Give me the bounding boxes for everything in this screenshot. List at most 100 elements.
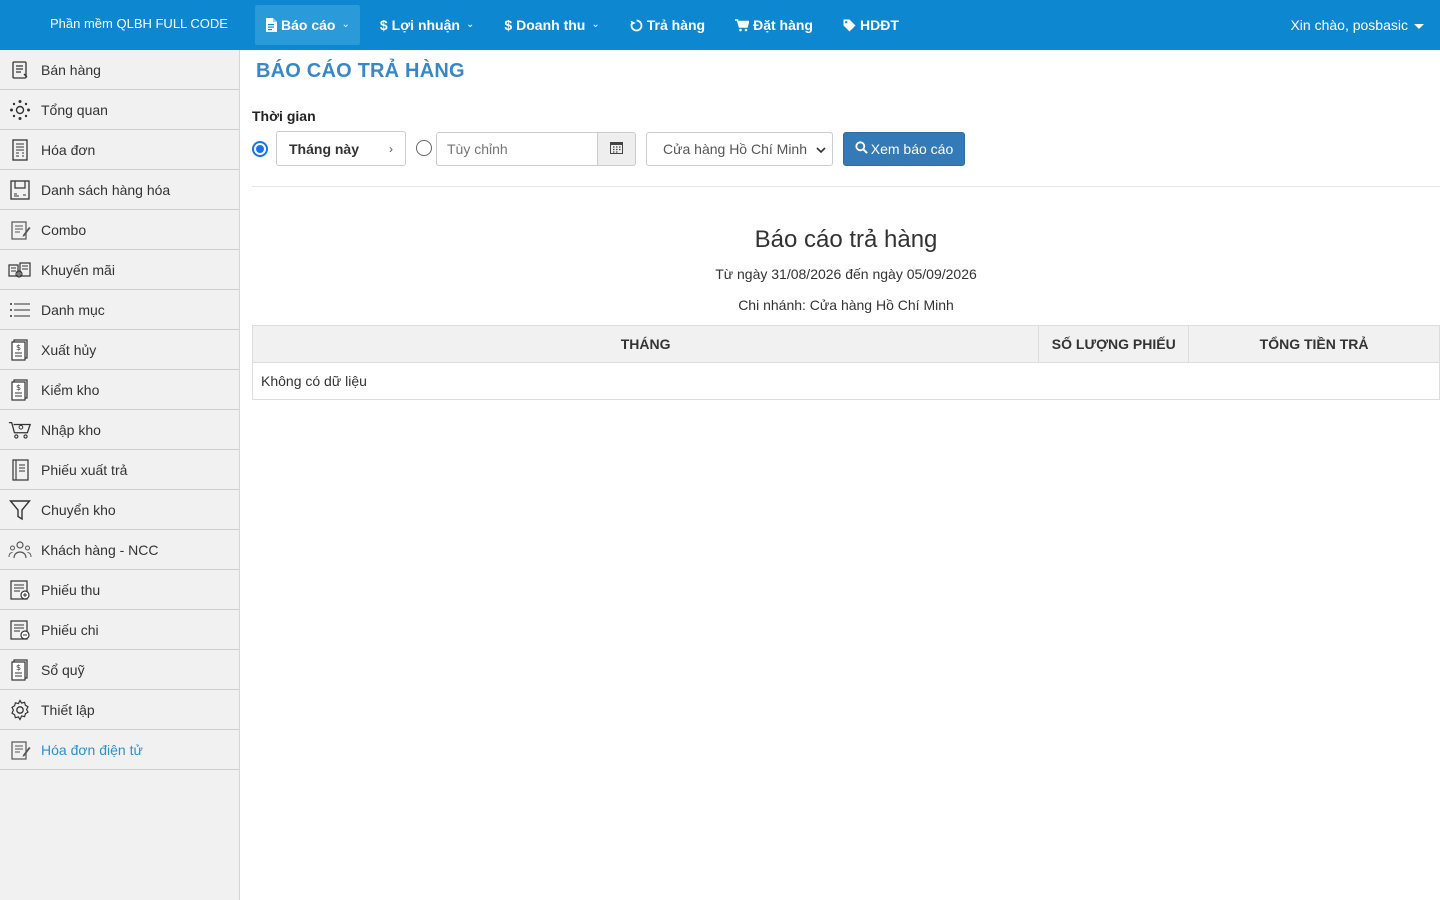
sidebar-item-phieu-xuat-tra[interactable]: Phiếu xuất trả: [0, 450, 239, 490]
column-header-month: THÁNG: [251, 325, 1040, 363]
top-navbar: Phần mềm QLBH FULL CODE Báo cáo ⌄ $ Lợi …: [0, 0, 1440, 50]
gear-icon: [8, 698, 32, 722]
app-brand[interactable]: Phần mềm QLBH FULL CODE: [50, 0, 228, 50]
dollar-document-icon: $: [8, 338, 32, 362]
custom-period-radio[interactable]: [416, 140, 432, 156]
sidebar-item-thiet-lap[interactable]: Thiết lập: [0, 690, 239, 730]
sidebar-item-label: Khách hàng - NCC: [41, 541, 159, 558]
customers-group-icon: [8, 538, 32, 562]
shopping-cart-icon: [8, 418, 32, 442]
empty-data-message: Không có dữ liệu: [252, 362, 1440, 400]
sidebar-item-label: Hóa đơn điện tử: [41, 741, 143, 758]
divider: [252, 186, 1440, 187]
report-table: THÁNG SỐ LƯỢNG PHIẾU TỔNG TIỀN TRẢ Không…: [251, 325, 1440, 400]
sidebar-item-hoa-don-dien-tu[interactable]: Hóa đơn điện tử: [0, 730, 239, 770]
tag-icon: [843, 19, 856, 32]
nav-bao-cao[interactable]: Báo cáo ⌄: [255, 5, 360, 45]
nav-loi-nhuan[interactable]: $ Lợi nhuận ⌄: [370, 5, 484, 45]
undo-icon: [630, 19, 643, 32]
sidebar-item-label: Phiếu xuất trả: [41, 461, 128, 478]
invoice-icon: [8, 138, 32, 162]
nav-dat-hang[interactable]: Đặt hàng: [725, 5, 823, 45]
user-greeting: Xin chào, posbasic: [1290, 17, 1408, 33]
sidebar-item-label: Combo: [41, 221, 87, 238]
ledger-icon: [8, 458, 32, 482]
sidebar-item-label: Kiểm kho: [41, 381, 100, 398]
view-report-button[interactable]: Xem báo cáo: [843, 132, 965, 166]
sidebar: Bán hàng Tổng quan Hóa đơn Danh sách hàn…: [0, 50, 240, 900]
sidebar-item-label: Phiếu chi: [41, 621, 99, 638]
preset-period-value: Tháng này: [289, 140, 360, 157]
preset-period-select[interactable]: Tháng này ›: [276, 131, 406, 166]
branch-select-value: Cửa hàng Hồ Chí Minh: [663, 141, 807, 157]
sidebar-item-so-quy[interactable]: $ Sổ quỹ: [0, 650, 239, 690]
file-report-icon: [265, 18, 277, 32]
product-list-icon: [8, 178, 32, 202]
combo-edit-icon: [8, 218, 32, 242]
sidebar-item-danh-sach-hang-hoa[interactable]: Danh sách hàng hóa: [0, 170, 239, 210]
sidebar-item-hoa-don[interactable]: Hóa đơn: [0, 130, 239, 170]
report-branch: Chi nhánh: Cửa hàng Hồ Chí Minh: [738, 297, 954, 313]
sidebar-item-label: Danh mục: [41, 301, 105, 318]
funnel-icon: [8, 498, 32, 522]
sidebar-item-label: Tổng quan: [41, 101, 108, 118]
view-report-label: Xem báo cáo: [870, 141, 954, 157]
sidebar-item-kiem-kho[interactable]: $ Kiểm kho: [0, 370, 239, 410]
chevron-down-icon: [816, 141, 826, 157]
sidebar-item-khach-hang-ncc[interactable]: Khách hàng - NCC: [0, 530, 239, 570]
cart-icon: [735, 18, 750, 32]
chevron-down-icon: ⌄: [591, 19, 600, 30]
svg-text:$: $: [16, 343, 21, 352]
sidebar-item-label: Hóa đơn: [41, 141, 96, 158]
branch-select[interactable]: Cửa hàng Hồ Chí Minh: [646, 132, 833, 166]
table-row: Không có dữ liệu: [252, 362, 1440, 400]
e-invoice-icon: [8, 738, 32, 762]
dollar-document-icon: $: [8, 658, 32, 682]
sidebar-item-chuyen-kho[interactable]: Chuyển kho: [0, 490, 239, 530]
preset-period-radio[interactable]: [252, 141, 268, 157]
dollar-document-icon: $: [8, 378, 32, 402]
sidebar-item-ban-hang[interactable]: Bán hàng: [0, 50, 239, 90]
receipt-in-icon: [8, 578, 32, 602]
column-header-total-refund: TỔNG TIỀN TRẢ: [1188, 325, 1440, 363]
sidebar-item-phieu-thu[interactable]: Phiếu thu: [0, 570, 239, 610]
nav-doanh-thu[interactable]: $ Doanh thu ⌄: [494, 5, 609, 45]
search-icon: [855, 141, 868, 157]
sidebar-item-combo[interactable]: Combo: [0, 210, 239, 250]
sidebar-item-phieu-chi[interactable]: Phiếu chi: [0, 610, 239, 650]
sidebar-item-label: Phiếu thu: [41, 581, 101, 598]
chevron-right-icon: ›: [389, 141, 393, 156]
nav-label: Đặt hàng: [753, 17, 813, 33]
user-menu[interactable]: Xin chào, posbasic: [1290, 0, 1424, 50]
nav-label: Báo cáo: [281, 17, 336, 33]
sidebar-item-label: Sổ quỹ: [41, 661, 85, 678]
svg-text:$: $: [16, 383, 21, 392]
nav-tra-hang[interactable]: Trả hàng: [620, 5, 715, 45]
nav-label: HDĐT: [859, 17, 899, 33]
sales-receipt-icon: [8, 58, 32, 82]
sidebar-item-label: Thiết lập: [41, 701, 95, 718]
chevron-down-icon: ⌄: [341, 19, 350, 30]
sidebar-item-xuat-huy[interactable]: $ Xuất hủy: [0, 330, 239, 370]
dollar-icon: $: [504, 17, 513, 33]
promotion-icon: [8, 258, 32, 282]
sidebar-item-danh-muc[interactable]: Danh mục: [0, 290, 239, 330]
column-header-ticket-count: SỐ LƯỢNG PHIẾU: [1038, 325, 1190, 363]
sidebar-item-tong-quan[interactable]: Tổng quan: [0, 90, 239, 130]
report-date-range: Từ ngày 31/08/2026 đến ngày 05/09/2026: [715, 266, 977, 282]
page-title: BÁO CÁO TRẢ HÀNG: [256, 60, 465, 82]
custom-date-input[interactable]: [436, 132, 598, 166]
main-nav: Báo cáo ⌄ $ Lợi nhuận ⌄ $ Doanh thu ⌄ Tr…: [255, 5, 919, 45]
sidebar-item-khuyen-mai[interactable]: Khuyến mãi: [0, 250, 239, 290]
sidebar-item-label: Bán hàng: [41, 61, 101, 78]
time-filter-label: Thời gian: [252, 108, 316, 124]
calendar-button[interactable]: [597, 132, 636, 166]
sidebar-item-nhap-kho[interactable]: Nhập kho: [0, 410, 239, 450]
nav-label: Lợi nhuận: [391, 17, 460, 33]
dollar-icon: $: [379, 17, 388, 33]
nav-hddt[interactable]: HDĐT: [833, 5, 909, 45]
sidebar-item-label: Chuyển kho: [41, 501, 116, 518]
svg-text:$: $: [16, 663, 21, 672]
list-lines-icon: [8, 298, 32, 322]
sidebar-item-label: Nhập kho: [41, 421, 101, 438]
